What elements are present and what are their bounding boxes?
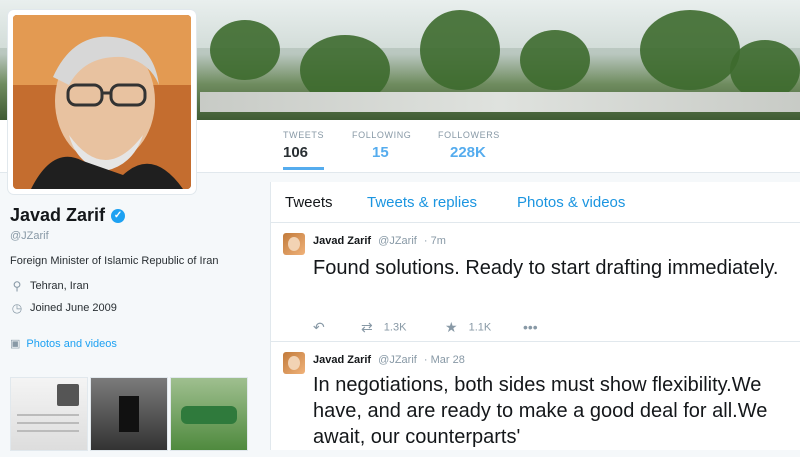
banner-tree [420,10,500,90]
photo-thumbnail[interactable] [90,377,168,451]
profile-avatar[interactable] [8,10,196,194]
banner-tree [520,30,590,90]
reply-button[interactable]: ↶ [313,319,333,336]
profile-sidebar: Javad Zarif ✓ @JZarif Foreign Minister o… [10,205,250,451]
tweet-header: Javad Zarif @JZarif · 7m [313,235,446,247]
profile-location: ⚲ Tehran, Iran [10,279,250,293]
banner-tree [730,40,800,100]
tweet-author-handle[interactable]: @JZarif [378,354,417,366]
tweet-author-name[interactable]: Javad Zarif [313,235,371,247]
photos-videos-link[interactable]: ▣ Photos and videos [10,337,250,351]
tweets-timeline: Tweets Tweets & replies Photos & videos … [270,182,800,450]
tweet-header: Javad Zarif @JZarif · Mar 28 [313,354,465,366]
tab-photos-videos[interactable]: Photos & videos [517,194,625,211]
reply-icon: ↶ [313,319,325,335]
profile-bio: Foreign Minister of Islamic Republic of … [10,255,219,267]
tweet-author-handle[interactable]: @JZarif [378,235,417,247]
tweet-item[interactable]: Javad Zarif @JZarif · 7m Found solutions… [271,223,800,342]
verified-badge-icon: ✓ [111,208,126,223]
calendar-icon: ◷ [11,301,23,315]
more-button[interactable]: ••• [523,319,546,335]
location-pin-icon: ⚲ [12,279,22,293]
camera-icon: ▣ [10,338,21,350]
stat-tweets-value: 106 [283,144,309,161]
stat-tweets-label: TWEETS [283,130,325,140]
stat-followers-label: FOLLOWERS [438,130,500,140]
retweet-button[interactable]: ⇄ 1.3K [361,319,406,336]
profile-name-row: Javad Zarif ✓ [10,205,250,226]
tweet-author-name[interactable]: Javad Zarif [313,354,371,366]
stat-followers-value: 228K [450,144,486,161]
tweet-item[interactable]: Javad Zarif @JZarif · Mar 28 In negotiat… [271,342,800,450]
star-icon: ★ [445,319,458,335]
tweet-text: Found solutions. Ready to start drafting… [313,257,779,279]
retweet-count: 1.3K [383,321,407,334]
like-count: 1.1K [468,321,492,334]
stat-following-label: FOLLOWING [352,130,412,140]
stat-following-value: 15 [372,144,389,161]
tweet-avatar[interactable] [283,233,305,255]
tab-tweets-replies[interactable]: Tweets & replies [367,194,477,211]
photos-videos-label: Photos and videos [26,337,117,350]
retweet-icon: ⇄ [361,319,373,335]
photo-thumbnail[interactable] [170,377,248,451]
more-icon: ••• [523,319,538,335]
profile-handle[interactable]: @JZarif [10,230,250,242]
tweet-time[interactable]: · 7m [424,235,446,247]
tweet-avatar[interactable] [283,352,305,374]
stat-following[interactable]: FOLLOWING 15 [352,130,411,161]
photo-thumbnails [10,377,250,457]
tab-tweets[interactable]: Tweets [285,194,333,211]
avatar-portrait [13,15,191,189]
avatar-image [13,15,191,189]
tweet-actions: ↶ ⇄ 1.3K ★ 1.1K ••• [313,319,783,335]
stat-followers[interactable]: FOLLOWERS 228K [438,130,500,161]
profile-joined: ◷ Joined June 2009 [10,301,250,315]
photo-thumbnail[interactable] [10,377,88,451]
tweet-time[interactable]: · Mar 28 [424,354,465,366]
banner-tree [640,10,740,90]
banner-tree [210,20,280,80]
like-button[interactable]: ★ 1.1K [445,319,491,336]
stat-tweets[interactable]: TWEETS 106 [283,130,325,170]
profile-name[interactable]: Javad Zarif [10,205,105,226]
profile-joined-text: Joined June 2009 [30,302,117,314]
banner-road [200,92,800,112]
timeline-tabs: Tweets Tweets & replies Photos & videos [271,182,800,223]
tweet-text: In negotiations, both sides must show fl… [313,374,768,448]
profile-location-text: Tehran, Iran [30,280,89,292]
